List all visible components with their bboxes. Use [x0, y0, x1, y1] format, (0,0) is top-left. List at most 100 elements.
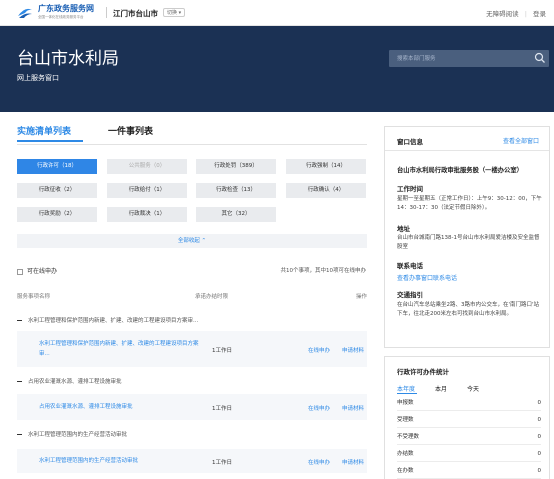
window-name: 台山市水利局行政审批服务股（一楼办公室） [397, 167, 523, 174]
top-links: 无障碍阅读 | 登录 [486, 8, 546, 18]
service-item-link[interactable]: 水利工程管理范围内的生产经营活动审批 [39, 456, 138, 466]
stats-label: 申报数 [397, 400, 414, 406]
phone-title: 联系电话 [397, 262, 423, 270]
stats-label: 办结数 [397, 451, 414, 457]
active-tab-underline [17, 140, 83, 142]
category-other[interactable]: 其它（32） [196, 207, 276, 222]
license-stats-card: 行政许可办件统计 本年度 本月 今天 申报数 0 受理数 0 不受理数 0 办结数 0 … [384, 356, 550, 479]
online-apply-filter[interactable]: 可在线申办 [17, 266, 57, 275]
divider [17, 144, 367, 145]
stats-value: 0 [537, 417, 542, 423]
search-placeholder: 搜索本部门服务 [397, 56, 436, 62]
table-row: 水利工程管理和保护范围内新建、扩建、改建的工程建设项目方案审... 1工作日 在… [17, 331, 367, 367]
time-limit: 1工作日 [212, 348, 232, 354]
apply-online-link[interactable]: 在线申办 [308, 458, 330, 466]
category-administrative-reward[interactable]: 行政奖励（2） [17, 207, 97, 222]
switch-region-label: 切换 [167, 10, 178, 16]
search-input[interactable]: 搜索本部门服务 [389, 50, 549, 67]
stats-title: 行政许可办件统计 [397, 368, 449, 376]
stats-value: 0 [537, 451, 542, 457]
login-link[interactable]: 登录 [533, 8, 546, 18]
online-apply-checkbox[interactable] [17, 268, 23, 275]
category-public-service[interactable]: 公共服务（0） [107, 159, 187, 174]
divider: | [524, 10, 527, 18]
window-info-card: 窗口信息 查看全部窗口 台山市水利局行政审批服务股（一楼办公室） 工作时间 星期… [384, 126, 550, 348]
accessible-reading-link[interactable]: 无障碍阅读 [486, 8, 519, 18]
service-group[interactable]: 占用农业灌溉水源、灌排工程设施审批 [17, 377, 122, 385]
service-group[interactable]: 水利工程管理范围内的生产经营活动审批 [17, 430, 127, 438]
collapse-icon[interactable] [17, 434, 22, 435]
view-phone-link[interactable]: 查看办事窗口联系电话 [397, 273, 457, 282]
hero-banner [0, 26, 554, 112]
window-info-title: 窗口信息 [397, 138, 423, 146]
stats-row: 申报数 0 [397, 395, 541, 411]
page-subtitle: 网上服务窗口 [17, 74, 59, 82]
item-count: 共10个事项，其中10项可在线申办 [280, 268, 367, 274]
working-hours-text: 星期一至星期五（正常工作日）：上午9：30-12：00，下午14：30-17：3… [397, 196, 542, 211]
stats-tab-today[interactable]: 今天 [467, 384, 479, 393]
stats-label: 在办数 [397, 468, 414, 474]
service-group-title: 水利工程管理范围内的生产经营活动审批 [28, 432, 128, 438]
time-limit: 1工作日 [212, 460, 232, 466]
stats-tab-this-month[interactable]: 本月 [435, 384, 447, 393]
time-limit: 1工作日 [212, 406, 232, 412]
category-administrative-confirmation[interactable]: 行政确认（4） [286, 183, 366, 198]
stats-value: 0 [537, 434, 542, 440]
stats-tab-this-year[interactable]: 本年度 [397, 384, 415, 393]
column-header-name: 服务事项名称 [17, 294, 51, 300]
stats-row: 不受理数 0 [397, 429, 541, 445]
traffic-guide-text: 在台山汽车总站乘坐2路、3路市内公交车，在'南门路口'站下车，往北走200米左右… [397, 302, 540, 317]
address-title: 地址 [397, 225, 410, 233]
category-administrative-penalty[interactable]: 行政处罚（389） [196, 159, 276, 174]
category-administrative-license[interactable]: 行政许可（18） [17, 159, 97, 174]
apply-online-link[interactable]: 在线申办 [308, 346, 330, 354]
active-tab-underline [397, 393, 417, 394]
application-materials-link[interactable]: 申请材料 [342, 458, 364, 466]
stats-row: 办结数 0 [397, 446, 541, 462]
view-all-windows-link[interactable]: 查看全部窗口 [503, 136, 539, 145]
divider [106, 7, 107, 18]
traffic-guide-title: 交通指引 [397, 291, 423, 299]
tab-one-thing-list[interactable]: 一件事列表 [108, 124, 153, 137]
stats-value: 0 [537, 400, 542, 406]
service-group-title: 占用农业灌溉水源、灌排工程设施审批 [28, 379, 122, 385]
switch-region-button[interactable]: 切换 ▾ [163, 8, 186, 17]
table-row: 占用农业灌溉水源、灌排工程设施审批 1工作日 在线申办 申请材料 [17, 394, 367, 420]
list-tabs: 实施清单列表 一件事列表 [17, 124, 367, 144]
collapse-all-button[interactable]: 全部收起 ⌃ [17, 234, 367, 248]
stats-value: 0 [537, 468, 542, 474]
category-administrative-payment[interactable]: 行政给付（1） [107, 183, 187, 198]
application-materials-link[interactable]: 申请材料 [342, 404, 364, 412]
page-title: 台山市水利局 [17, 49, 119, 69]
service-group-title: 水利工程管理和保护范围内新建、扩建、改建的工程建设项目方案审... [28, 318, 199, 324]
category-administrative-levy[interactable]: 行政征收（2） [17, 183, 97, 198]
application-materials-link[interactable]: 申请材料 [342, 346, 364, 354]
search-icon[interactable] [534, 52, 546, 64]
stats-row: 在办数 0 [397, 463, 541, 479]
stats-label: 不受理数 [397, 434, 420, 440]
service-item-link[interactable]: 水利工程管理和保护范围内新建、扩建、改建的工程建设项目方案审... [39, 339, 199, 359]
region-name: 江门市台山市 [113, 9, 158, 18]
stats-label: 受理数 [397, 417, 414, 423]
apply-online-link[interactable]: 在线申办 [308, 404, 330, 412]
category-administrative-ruling[interactable]: 行政裁决（1） [107, 207, 187, 222]
tab-implementation-list[interactable]: 实施清单列表 [17, 124, 71, 137]
government-logo-icon [18, 8, 32, 18]
column-header-actions: 操作 [355, 294, 367, 300]
divider [385, 150, 549, 151]
collapse-icon[interactable] [17, 381, 22, 382]
site-brand[interactable]: 广东政务服务网 [38, 3, 94, 14]
top-bar: 广东政务服务网 全国一体化在线政务服务平台 江门市台山市 切换 ▾ 无障碍阅读 … [0, 0, 554, 26]
column-header-time-limit: 承诺办结时限 [195, 294, 229, 300]
working-hours-title: 工作时间 [397, 185, 423, 193]
site-brand-subtitle: 全国一体化在线政务服务平台 [38, 15, 84, 19]
table-row: 水利工程管理范围内的生产经营活动审批 1工作日 在线申办 申请材料 [17, 449, 367, 473]
service-item-link[interactable]: 占用农业灌溉水源、灌排工程设施审批 [39, 402, 133, 412]
table-header: 服务事项名称 承诺办结时限 操作 [17, 292, 367, 302]
category-administrative-inspection[interactable]: 行政检查（13） [196, 183, 276, 198]
collapse-icon[interactable] [17, 320, 22, 321]
category-administrative-enforcement[interactable]: 行政强制（14） [286, 159, 366, 174]
online-apply-label: 可在线申办 [27, 268, 58, 275]
service-group[interactable]: 水利工程管理和保护范围内新建、扩建、改建的工程建设项目方案审... [17, 316, 198, 324]
stats-row: 受理数 0 [397, 412, 541, 428]
